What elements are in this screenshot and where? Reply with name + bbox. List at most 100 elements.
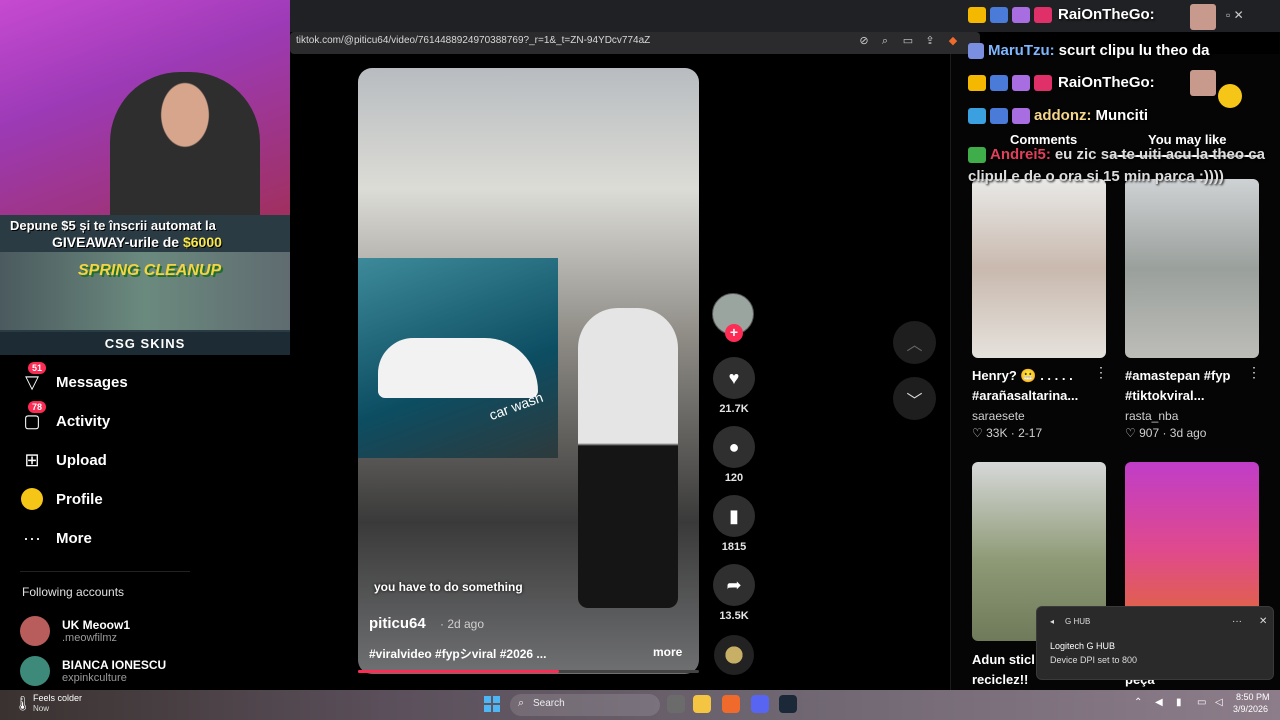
video-card-meta: ♡ 33K · 2-17 xyxy=(972,426,1043,440)
clock-time[interactable]: 8:50 PM xyxy=(1236,692,1270,702)
video-card-thumbnail[interactable] xyxy=(972,179,1106,358)
chat-badge xyxy=(1012,108,1030,125)
share-icon[interactable]: ⇪ xyxy=(923,34,937,48)
chevron-down-icon: ﹀ xyxy=(906,392,923,410)
video-card-user[interactable]: saraesete xyxy=(972,409,1025,423)
account-name: UK Meoow1 xyxy=(62,618,131,632)
chat-badge xyxy=(968,43,984,60)
following-accounts-title: Following accounts xyxy=(22,585,125,599)
heart-icon: ♥ xyxy=(713,357,755,399)
like-button[interactable]: ♥ 21.7K xyxy=(712,357,756,415)
video-car xyxy=(378,338,538,398)
microphone-icon[interactable]: ▮ xyxy=(1176,697,1182,708)
brave-browser-icon[interactable] xyxy=(722,695,740,713)
more-link[interactable]: more xyxy=(653,645,682,659)
more-options-icon[interactable]: ⋮ xyxy=(1094,364,1108,381)
chat-message: RaiOnTheGo: xyxy=(968,6,1159,24)
chat-nick: addonz: xyxy=(1034,107,1092,124)
sidebar-item-messages[interactable]: ▽ 51 Messages xyxy=(20,362,128,397)
chat-badge xyxy=(968,108,986,125)
close-icon[interactable]: ✕ xyxy=(1259,616,1267,627)
promo-line-1: Depune $5 și te înscrii automat la xyxy=(10,218,216,233)
weather-sub: Now xyxy=(33,704,50,713)
comment-button[interactable]: ● 120 xyxy=(712,426,756,484)
share-button[interactable]: ➦ 13.5K xyxy=(712,564,756,622)
account-handle: expinkculture xyxy=(62,672,127,684)
window-controls[interactable]: ▫ ✕ xyxy=(1226,8,1244,22)
clock-date[interactable]: 3/9/2026 xyxy=(1233,704,1268,714)
steam-icon[interactable] xyxy=(779,695,797,713)
search-icon: ⌕ xyxy=(518,697,525,709)
chat-text: Munciti xyxy=(1095,107,1149,124)
monitor-icon[interactable]: ▭ xyxy=(1197,697,1206,708)
file-explorer-icon[interactable] xyxy=(693,695,711,713)
follow-button[interactable]: + xyxy=(725,324,743,342)
brave-shield-icon[interactable]: ◆ xyxy=(946,34,960,48)
video-card-title[interactable]: #amastepan #fyp #tiktokviral... xyxy=(1125,366,1245,406)
task-view-icon[interactable] xyxy=(667,695,685,713)
account-item[interactable]: BIANCA IONESCU expinkculture xyxy=(20,654,166,688)
cast-icon[interactable]: ▭ xyxy=(901,34,915,48)
discord-icon[interactable] xyxy=(751,695,769,713)
share-count: 13.5K xyxy=(719,610,749,622)
messages-badge: 51 xyxy=(28,362,47,374)
sidebar-item-label: Activity xyxy=(56,412,111,430)
video-card-title[interactable]: Henry? 😬 . . . . . #arañasaltarina... xyxy=(972,366,1092,406)
notification-body: Device DPI set to 800 xyxy=(1050,655,1138,665)
next-video-button[interactable]: ﹀ xyxy=(893,377,936,420)
video-card-title[interactable]: Adun sticl reciclez!! xyxy=(972,650,1042,690)
zoom-icon[interactable]: ⌕ xyxy=(878,34,892,48)
save-button[interactable]: ▮ 1815 xyxy=(712,495,756,553)
thermometer-icon[interactable]: 🌡 xyxy=(14,695,32,712)
sponsor-logo: CSG SKINS xyxy=(0,332,290,355)
chevron-up-icon[interactable]: ⌃ xyxy=(1134,697,1142,708)
video-time: · 2d ago xyxy=(440,617,485,631)
video-card-meta: ♡ 907 · 3d ago xyxy=(1125,426,1207,440)
url-text[interactable]: tiktok.com/@piticu64/video/7614488924970… xyxy=(296,35,650,46)
chat-message: addonz: Munciti xyxy=(968,107,1149,125)
sidebar-item-activity[interactable]: ▢ 78 Activity xyxy=(20,401,111,436)
notification-options-icon[interactable]: ··· xyxy=(1232,616,1242,627)
save-count: 1815 xyxy=(721,541,747,553)
chat-badges xyxy=(968,6,1058,24)
chat-avatar xyxy=(1190,4,1216,30)
activity-badge: 78 xyxy=(28,401,47,413)
promo-line-2-prefix: GIVEAWAY-urile de xyxy=(52,234,183,250)
sidebar-item-profile[interactable]: Profile xyxy=(20,484,103,514)
account-name: BIANCA IONESCU xyxy=(62,658,167,672)
bookmark-icon: ▮ xyxy=(713,495,755,537)
music-disc-icon[interactable] xyxy=(714,635,754,675)
account-item[interactable]: UK Meoow1 .meowfilmz xyxy=(20,614,130,648)
profile-avatar-icon xyxy=(20,487,44,511)
comment-icon: ● xyxy=(713,426,755,468)
account-handle: .meowfilmz xyxy=(62,632,118,644)
sidebar-item-more[interactable]: ··· More xyxy=(20,523,92,553)
chat-nick: RaiOnTheGo: xyxy=(1058,74,1155,91)
video-username[interactable]: piticu64 xyxy=(369,615,426,632)
more-options-icon[interactable]: ⋮ xyxy=(1247,364,1261,381)
promo-line-2: GIVEAWAY-urile de $6000 xyxy=(52,234,222,250)
video-caption: you have to do something xyxy=(374,580,523,594)
paper-plane-icon: ▽ 51 xyxy=(20,362,47,394)
no-sound-icon[interactable]: ⊘ xyxy=(857,34,871,48)
weather-label[interactable]: Feels colder xyxy=(33,693,82,703)
start-button[interactable] xyxy=(484,696,500,712)
speaker-icon[interactable]: ◀ xyxy=(1155,697,1163,708)
video-hashtags[interactable]: #viralvideo #fypシviral #2026 ... xyxy=(369,645,546,662)
share-arrow-icon: ➦ xyxy=(713,564,755,606)
avatar xyxy=(20,656,50,686)
streamer-image xyxy=(110,72,260,215)
plus-square-icon: ⊞ xyxy=(24,449,40,470)
spring-cleanup-title: SPRING CLEANUP xyxy=(78,262,222,279)
sidebar-item-label: Profile xyxy=(56,490,103,508)
chat-badges xyxy=(968,74,1058,92)
sidebar-item-label: More xyxy=(56,529,92,547)
video-card-user[interactable]: rasta_nba xyxy=(1125,409,1178,423)
previous-video-button[interactable]: ︿ xyxy=(893,321,936,364)
notification-app: G HUB xyxy=(1065,617,1091,626)
video-card-thumbnail[interactable] xyxy=(1125,179,1259,358)
sidebar-item-upload[interactable]: ⊞ Upload xyxy=(20,445,106,475)
volume-icon[interactable]: ◁ xyxy=(1215,697,1223,708)
video-person xyxy=(578,308,678,608)
search-label: Search xyxy=(533,698,565,709)
